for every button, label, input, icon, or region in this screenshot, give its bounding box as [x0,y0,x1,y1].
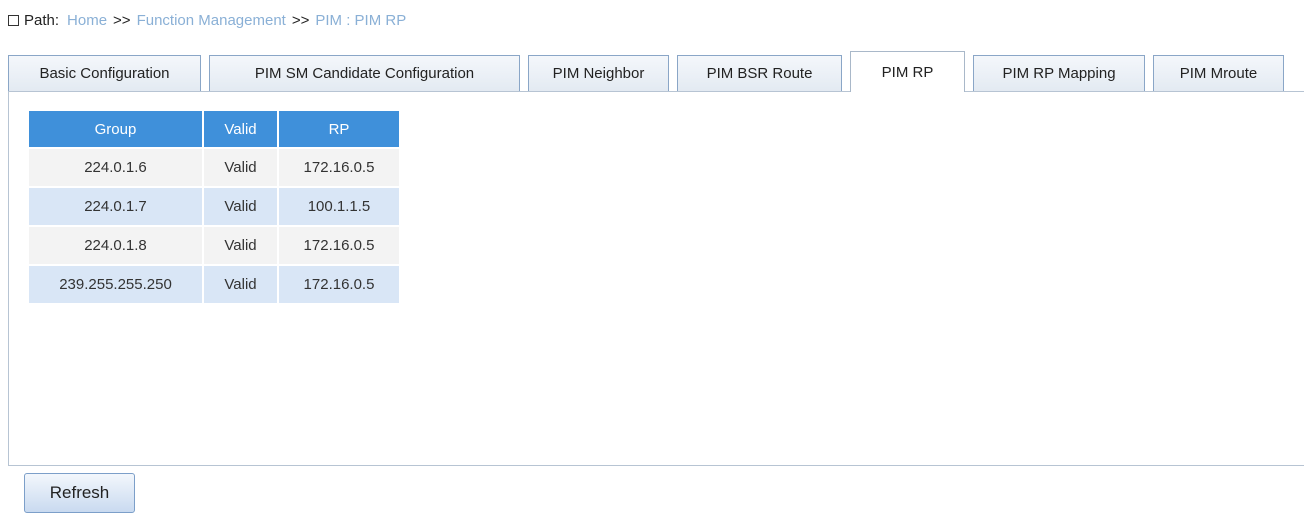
cell-group: 224.0.1.8 [29,227,202,264]
column-header-valid: Valid [204,111,277,147]
column-header-group: Group [29,111,202,147]
table-row: 224.0.1.6 Valid 172.16.0.5 [29,149,399,186]
breadcrumb-home[interactable]: Home [67,12,107,29]
table-header-row: Group Valid RP [29,111,399,147]
cell-group: 224.0.1.7 [29,188,202,225]
tab-bar: Basic Configuration PIM SM Candidate Con… [8,51,1292,92]
column-header-rp: RP [279,111,399,147]
tab-pim-sm-candidate-configuration[interactable]: PIM SM Candidate Configuration [209,55,520,91]
pim-rp-table: Group Valid RP 224.0.1.6 Valid 172.16.0.… [27,109,401,305]
tab-pim-rp[interactable]: PIM RP [850,51,965,92]
cell-valid: Valid [204,266,277,303]
table-row: 224.0.1.7 Valid 100.1.1.5 [29,188,399,225]
breadcrumb-separator: >> [291,11,310,29]
cell-rp: 172.16.0.5 [279,266,399,303]
square-icon [8,14,19,26]
content-panel: Group Valid RP 224.0.1.6 Valid 172.16.0.… [8,91,1304,466]
tab-pim-bsr-route[interactable]: PIM BSR Route [677,55,842,91]
table-row: 224.0.1.8 Valid 172.16.0.5 [29,227,399,264]
refresh-button[interactable]: Refresh [24,473,135,513]
table-row: 239.255.255.250 Valid 172.16.0.5 [29,266,399,303]
cell-valid: Valid [204,188,277,225]
tab-pim-mroute[interactable]: PIM Mroute [1153,55,1284,91]
tab-pim-neighbor[interactable]: PIM Neighbor [528,55,669,91]
breadcrumb-separator: >> [113,11,131,29]
cell-valid: Valid [204,149,277,186]
tab-basic-configuration[interactable]: Basic Configuration [8,55,201,91]
cell-group: 239.255.255.250 [29,266,202,303]
cell-rp: 172.16.0.5 [279,149,399,186]
cell-rp: 172.16.0.5 [279,227,399,264]
breadcrumb-pim-rp[interactable]: PIM : PIM RP [315,12,406,29]
cell-rp: 100.1.1.5 [279,188,399,225]
path-label: Path: [24,11,60,29]
cell-group: 224.0.1.6 [29,149,202,186]
breadcrumb-function-management[interactable]: Function Management [137,12,286,29]
cell-valid: Valid [204,227,277,264]
tab-pim-rp-mapping[interactable]: PIM RP Mapping [973,55,1145,91]
breadcrumb: Path: Home >> Function Management >> PIM… [8,8,406,32]
